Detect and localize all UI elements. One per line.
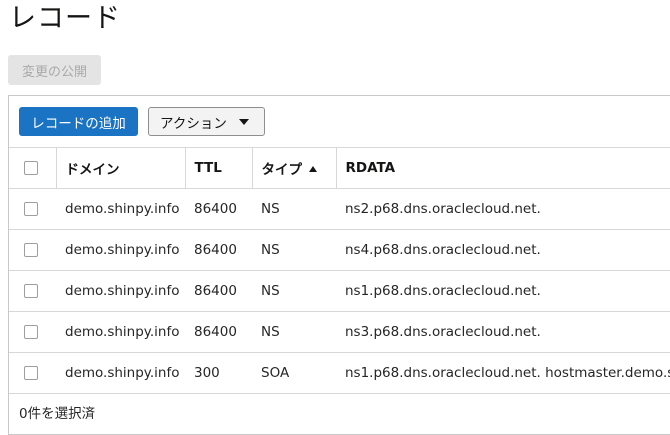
cell-rdata: ns3.p68.dns.oraclecloud.net. <box>336 311 670 353</box>
cell-ttl: 86400 <box>185 188 252 230</box>
cell-type: NS <box>252 229 336 271</box>
table-row: demo.shinpy.info 300 SOA ns1.p68.dns.ora… <box>9 352 670 394</box>
cell-type: SOA <box>252 352 336 394</box>
cell-rdata: ns1.p68.dns.oraclecloud.net. <box>336 270 670 312</box>
cell-domain: demo.shinpy.info <box>56 229 185 271</box>
publish-changes-button[interactable]: 変更の公開 <box>8 55 101 85</box>
column-header-type-label: タイプ <box>261 162 303 178</box>
column-header-rdata[interactable]: RDATA <box>335 147 670 189</box>
cell-ttl: 300 <box>185 352 252 394</box>
sort-ascending-icon <box>309 166 317 172</box>
column-header-ttl[interactable]: TTL <box>184 147 252 189</box>
add-record-button[interactable]: レコードの追加 <box>19 107 138 136</box>
cell-domain: demo.shinpy.info <box>56 270 185 312</box>
cell-type: NS <box>252 270 336 312</box>
row-select-cell <box>9 229 56 271</box>
actions-menu-button[interactable]: アクション <box>148 107 265 136</box>
caret-down-icon <box>238 118 249 125</box>
records-panel: レコードの追加 アクション ドメイン TTL タイプ RDATA demo.sh… <box>8 95 670 435</box>
actions-menu-label: アクション <box>160 115 227 132</box>
row-select-cell <box>9 270 56 312</box>
row-select-cell <box>9 311 56 353</box>
table-header-row: ドメイン TTL タイプ RDATA <box>9 147 670 189</box>
table-row: demo.shinpy.info 86400 NS ns2.p68.dns.or… <box>9 188 670 230</box>
cell-rdata: ns4.p68.dns.oraclecloud.net. <box>336 229 670 271</box>
cell-domain: demo.shinpy.info <box>56 352 185 394</box>
column-header-domain[interactable]: ドメイン <box>55 147 185 189</box>
row-checkbox[interactable] <box>24 284 38 298</box>
cell-domain: demo.shinpy.info <box>56 188 185 230</box>
cell-ttl: 86400 <box>185 311 252 353</box>
row-select-cell <box>9 188 56 230</box>
row-select-cell <box>9 352 56 394</box>
records-table: ドメイン TTL タイプ RDATA demo.shinpy.info 8640… <box>9 147 670 394</box>
page-title: レコード <box>9 3 121 34</box>
row-checkbox[interactable] <box>24 366 38 380</box>
selection-status: 0件を選択済 <box>19 406 96 422</box>
select-all-checkbox[interactable] <box>24 161 38 175</box>
cell-type: NS <box>252 311 336 353</box>
row-checkbox[interactable] <box>24 325 38 339</box>
row-checkbox[interactable] <box>24 243 38 257</box>
cell-ttl: 86400 <box>185 229 252 271</box>
row-checkbox[interactable] <box>24 202 38 216</box>
table-row: demo.shinpy.info 86400 NS ns4.p68.dns.or… <box>9 229 670 271</box>
cell-rdata: ns2.p68.dns.oraclecloud.net. <box>336 188 670 230</box>
table-row: demo.shinpy.info 86400 NS ns1.p68.dns.or… <box>9 270 670 312</box>
cell-type: NS <box>252 188 336 230</box>
cell-rdata: ns1.p68.dns.oraclecloud.net. hostmaster.… <box>336 352 670 394</box>
cell-ttl: 86400 <box>185 270 252 312</box>
table-row: demo.shinpy.info 86400 NS ns3.p68.dns.or… <box>9 311 670 353</box>
select-all-header <box>9 147 56 189</box>
column-header-type[interactable]: タイプ <box>251 147 336 189</box>
cell-domain: demo.shinpy.info <box>56 311 185 353</box>
